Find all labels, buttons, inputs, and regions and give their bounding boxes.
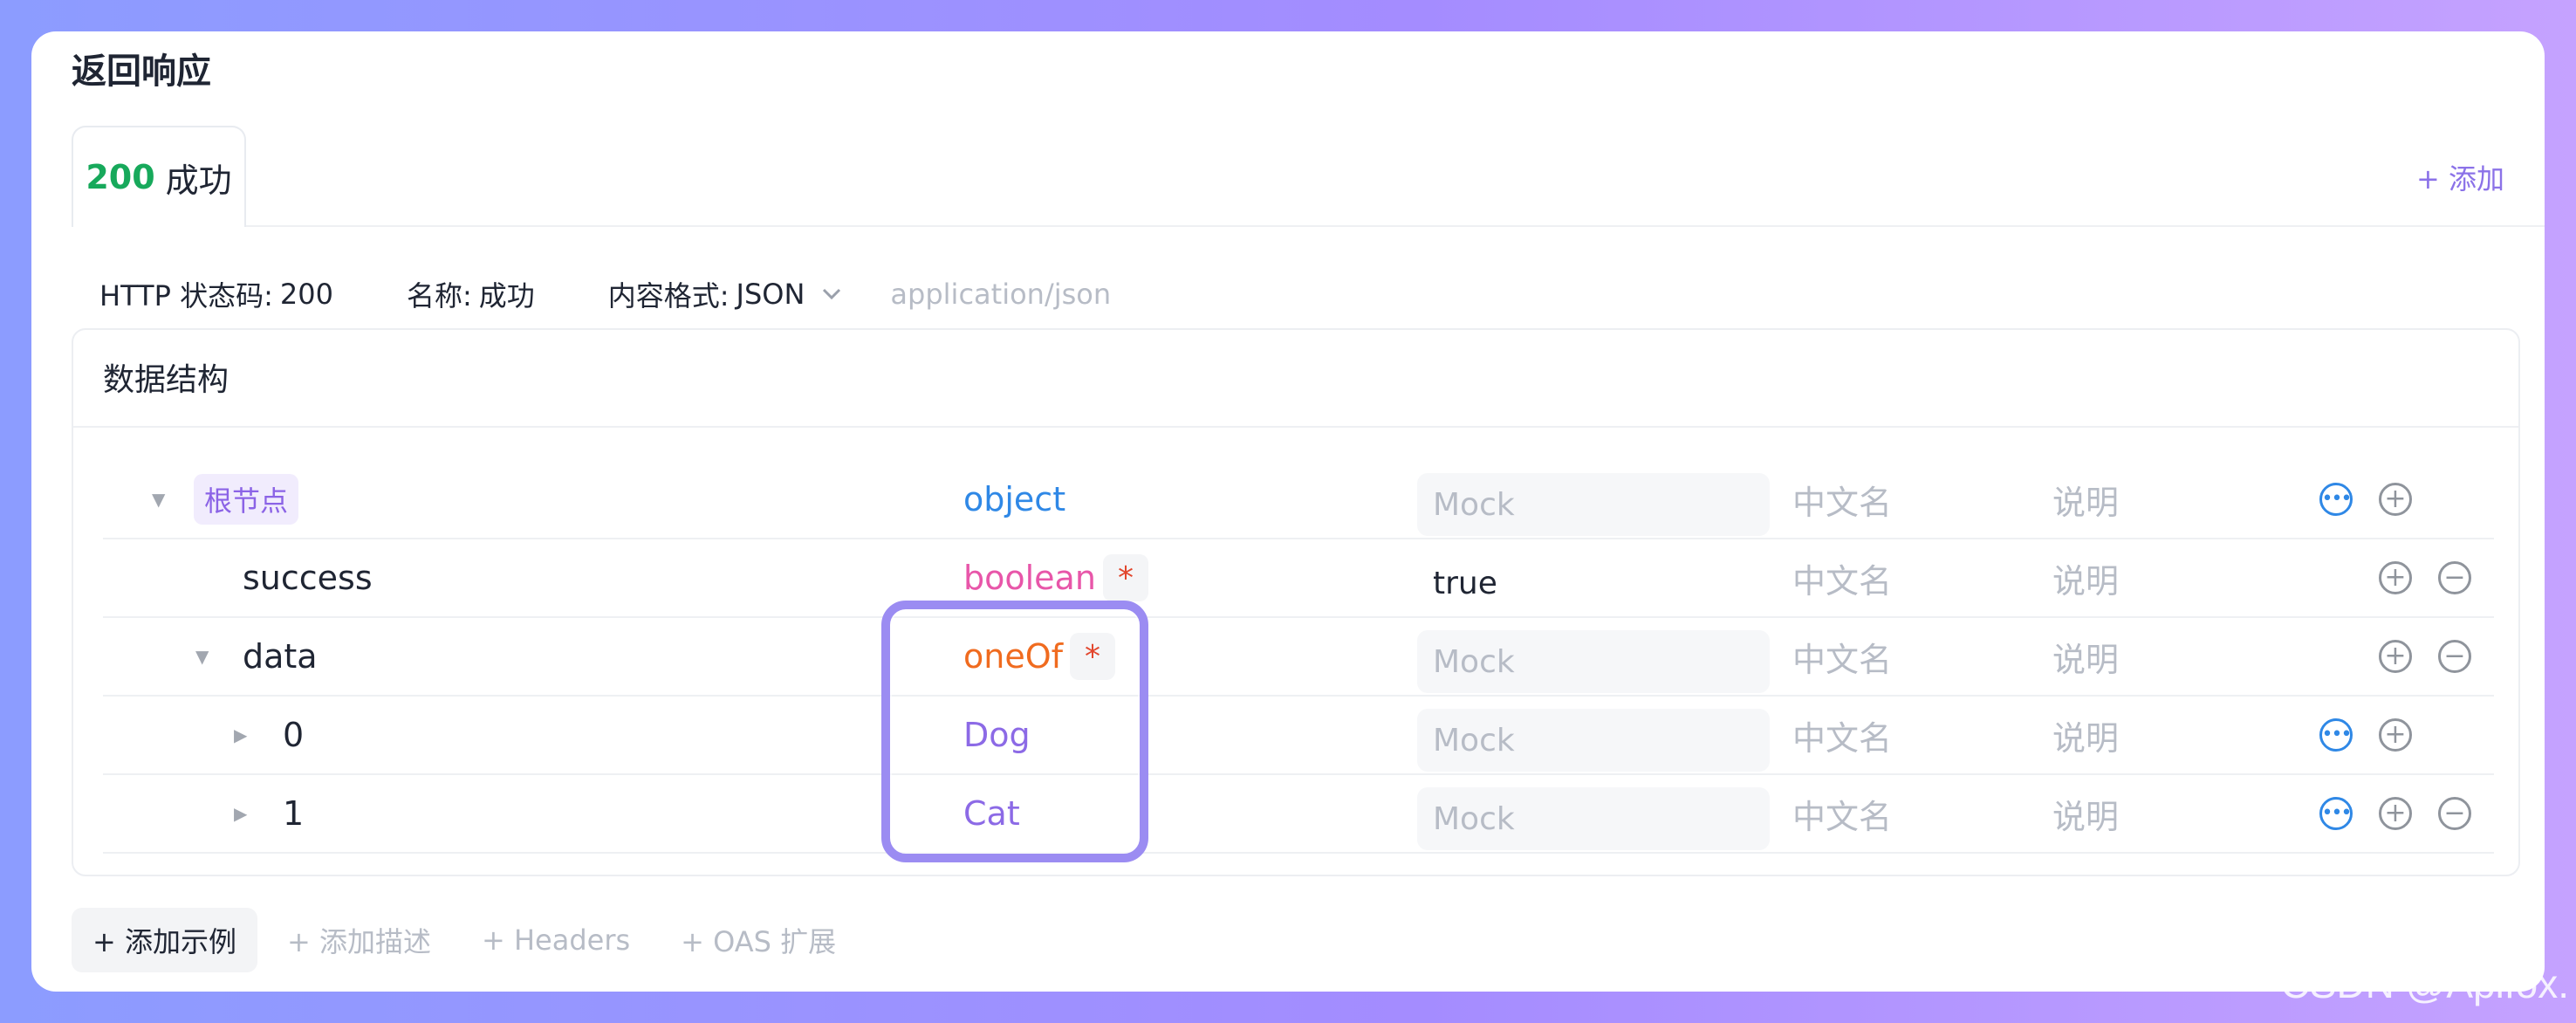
schema-row-0: ▶ 0 Dog Mock 中文名 说明 ••• + [103,697,2494,775]
description-input[interactable]: 说明 [2052,697,2119,773]
mock-input[interactable]: true [1417,552,1770,614]
mock-input[interactable]: Mock [1417,473,1770,536]
bottom-actions: + 添加示例 + 添加描述 + Headers + OAS 扩展 [72,908,887,972]
name-value[interactable]: 成功 [479,274,535,314]
field-name[interactable]: 0 [283,697,304,773]
schema-title: 数据结构 [103,362,230,398]
field-name[interactable]: data [243,618,318,695]
schema-row-1: ▶ 1 Cat Mock 中文名 说明 ••• + − [103,775,2494,854]
mock-input[interactable]: Mock [1417,630,1770,693]
description-input[interactable]: 说明 [2052,618,2119,695]
response-meta: HTTP 状态码: 200 名称: 成功 内容格式: JSON applicat… [99,274,1118,314]
add-sibling-icon[interactable]: + [2379,640,2412,673]
field-type[interactable]: object [963,461,1065,538]
more-icon[interactable]: ••• [2319,797,2353,830]
required-toggle[interactable]: * [1102,554,1148,601]
description-input[interactable]: 说明 [2052,539,2119,616]
divider [73,426,2518,428]
add-description-button[interactable]: + 添加描述 [287,920,431,960]
add-example-button[interactable]: + 添加示例 [72,908,257,972]
schema-row-root: ▼ 根节点 object Mock 中文名 说明 ••• + [103,461,2494,539]
tab-divider [72,225,2545,227]
chevron-down-icon[interactable] [822,284,841,306]
chinese-name-input[interactable]: 中文名 [1792,697,1892,773]
chinese-name-input[interactable]: 中文名 [1792,461,1892,538]
add-sibling-icon[interactable]: + [2379,561,2412,594]
collapse-caret-icon[interactable]: ▼ [152,461,165,538]
chinese-name-input[interactable]: 中文名 [1792,775,1892,852]
field-type[interactable]: oneOf * [963,618,1115,695]
add-response-button[interactable]: + 添加 [2416,157,2504,197]
add-child-icon[interactable]: + [2379,718,2412,752]
tab-label: 成功 [165,161,232,200]
oas-extension-button[interactable]: + OAS 扩展 [681,920,836,960]
field-type[interactable]: boolean * [963,539,1148,616]
add-child-icon[interactable]: + [2379,483,2412,516]
chinese-name-input[interactable]: 中文名 [1792,618,1892,695]
chinese-name-input[interactable]: 中文名 [1792,539,1892,616]
format-label: 内容格式: [607,279,730,312]
name-label: 名称: [406,279,472,312]
description-input[interactable]: 说明 [2052,775,2119,852]
root-node-badge: 根节点 [194,474,299,525]
remove-icon[interactable]: − [2438,640,2471,673]
tab-response-200[interactable]: 200 成功 [72,126,246,227]
schema-row-success: success boolean * true 中文名 说明 + − [103,539,2494,618]
status-value[interactable]: 200 [280,278,333,311]
add-child-icon[interactable]: + [2379,797,2412,830]
field-type[interactable]: Dog [963,697,1031,773]
section-title: 返回响应 [72,51,211,92]
more-icon[interactable]: ••• [2319,483,2353,516]
required-toggle[interactable]: * [1070,633,1115,680]
mock-input[interactable]: Mock [1417,709,1770,772]
watermark: CSDN @Apifox. [2280,961,2569,1006]
collapse-caret-icon[interactable]: ▼ [195,618,209,695]
field-type[interactable]: Cat [963,775,1020,852]
status-label: HTTP 状态码: [99,279,273,312]
remove-icon[interactable]: − [2438,561,2471,594]
type-label: boolean [963,559,1096,597]
status-code: 200 [86,158,155,196]
response-card: 返回响应 200 成功 + 添加 HTTP 状态码: 200 名称: 成功 内容… [31,31,2545,992]
content-type-input[interactable]: application/json [890,278,1111,311]
description-input[interactable]: 说明 [2052,461,2119,538]
field-name[interactable]: 根节点 [194,461,299,538]
more-icon[interactable]: ••• [2319,718,2353,752]
type-label: oneOf [963,637,1063,676]
schema-panel: 数据结构 ▼ 根节点 object Mock 中文名 说明 ••• + succ… [72,328,2520,876]
format-select[interactable]: JSON [736,278,805,311]
schema-row-data: ▼ data oneOf * Mock 中文名 说明 + − [103,618,2494,697]
expand-caret-icon[interactable]: ▶ [234,697,247,773]
mock-input[interactable]: Mock [1417,787,1770,850]
add-headers-button[interactable]: + Headers [482,923,630,957]
field-name[interactable]: 1 [283,775,304,852]
remove-icon[interactable]: − [2438,797,2471,830]
field-name[interactable]: success [243,539,373,616]
expand-caret-icon[interactable]: ▶ [234,775,247,852]
